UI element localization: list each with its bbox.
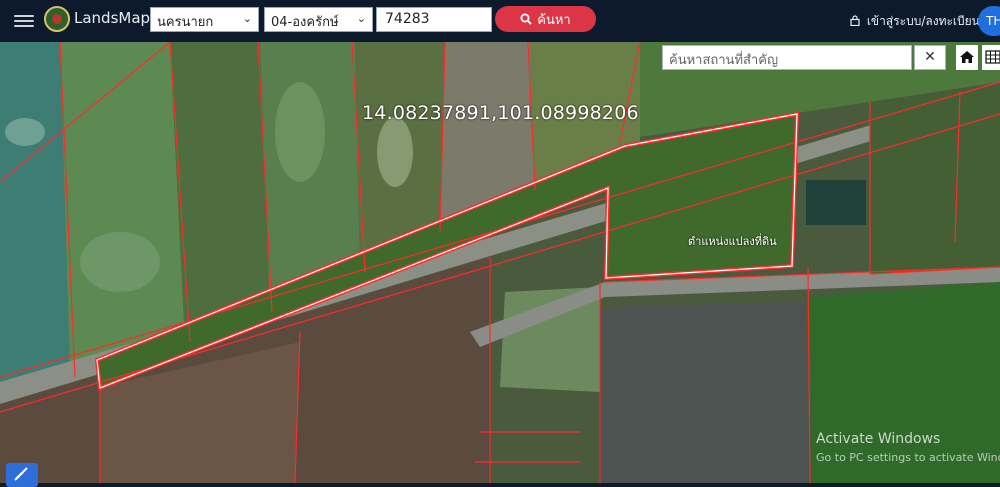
close-icon: ✕ [924,49,936,65]
language-button[interactable]: TH [978,6,1000,36]
coordinates-label: 14.08237891,101.08998206 [362,102,639,124]
brand-name: LandsMaps [74,9,158,27]
login-label: เข้าสู่ระบบ/ลงทะเบียน [866,14,980,28]
place-search-input[interactable]: ค้นหาสถานที่สำคัญ [662,45,912,70]
top-bar: LandsMaps นครนายก ⌄ 04-องครักษ์ ⌄ 74283 … [0,0,1000,42]
parcel-position-label: ตำแหน่งแปลงที่ดิน [688,235,777,248]
search-button[interactable]: ค้นหา [495,6,596,32]
satellite-map[interactable]: 14.08237891,101.08998206 ตำแหน่งแปลงที่ด… [0,42,1000,483]
grid-button[interactable] [982,45,1000,70]
activate-windows-subtitle: Go to PC settings to activate Windows [816,451,1000,464]
parcel-number-input[interactable]: 74283 [376,7,492,32]
grid-icon [985,50,1000,64]
clear-search-button[interactable]: ✕ [914,45,946,70]
chevron-down-icon: ⌄ [356,12,366,25]
ruler-icon [14,467,28,481]
lock-icon [850,15,860,27]
logo-icon [44,6,70,32]
district-select[interactable]: 04-องครักษ์ ⌄ [264,7,373,32]
menu-icon[interactable] [14,12,34,30]
home-icon [960,51,974,63]
province-select[interactable]: นครนายก ⌄ [150,7,259,32]
province-value: นครนายก [157,15,214,30]
home-button[interactable] [956,45,978,70]
activate-windows-title: Activate Windows [816,431,941,447]
login-link[interactable]: เข้าสู่ระบบ/ลงทะเบียน [850,12,980,31]
chevron-down-icon: ⌄ [242,12,252,25]
measure-tool-button[interactable] [6,463,38,487]
district-value: 04-องครักษ์ [271,15,339,30]
search-icon [520,13,532,25]
search-button-label: ค้นหา [537,12,571,28]
